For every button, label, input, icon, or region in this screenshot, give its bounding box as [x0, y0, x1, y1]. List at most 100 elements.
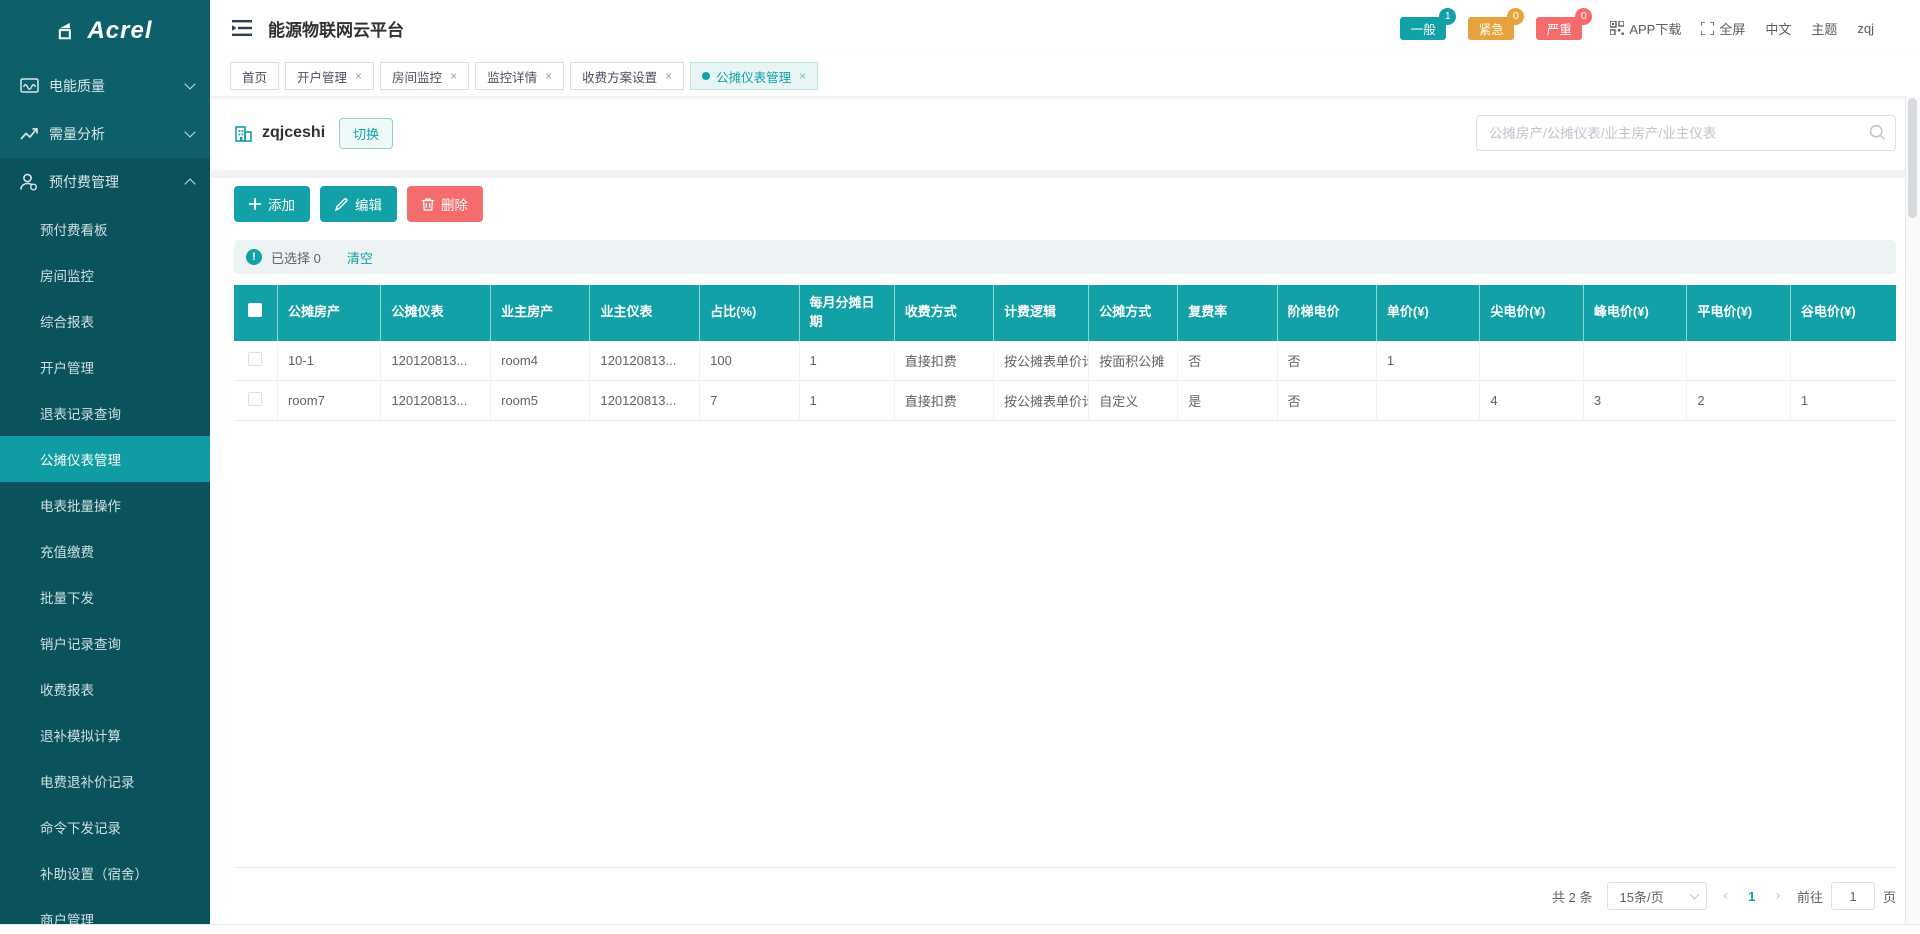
- search-icon[interactable]: [1869, 124, 1886, 141]
- current-page[interactable]: 1: [1744, 889, 1759, 904]
- sidebar-item[interactable]: 商户管理: [0, 896, 210, 924]
- close-icon[interactable]: ×: [799, 69, 806, 83]
- alarm-badge-紧急[interactable]: 紧急0: [1468, 17, 1514, 40]
- shared-meter-table: 公摊房产公摊仪表业主房产业主仪表占比(%)每月分摊日期收费方式计费逻辑公摊方式复…: [234, 285, 1896, 421]
- search-input[interactable]: [1476, 115, 1896, 151]
- brand-logo-icon: [57, 21, 79, 41]
- column-header: 尖电价(¥): [1480, 285, 1583, 341]
- sidebar-item[interactable]: 综合报表: [0, 298, 210, 344]
- tab-首页[interactable]: 首页: [230, 62, 279, 90]
- tab-收费方案设置[interactable]: 收费方案设置 ×: [570, 62, 684, 90]
- horizontal-scrollbar[interactable]: [0, 924, 1920, 934]
- table-row[interactable]: 10-1120120813...room4120120813...1001直接扣…: [234, 341, 1896, 381]
- table-cell: 120120813...: [381, 341, 491, 381]
- table-cell: 120120813...: [381, 381, 491, 421]
- sidebar-item[interactable]: 电费退补价记录: [0, 758, 210, 804]
- sidebar-group: 需量分析: [0, 110, 210, 158]
- tab-公摊仪表管理[interactable]: 公摊仪表管理×: [690, 62, 818, 90]
- sidebar-item[interactable]: 预付费看板: [0, 206, 210, 252]
- sidebar-item[interactable]: 补助设置（宿舍）: [0, 850, 210, 896]
- sidebar-item[interactable]: 公摊仪表管理: [0, 436, 210, 482]
- vertical-scrollbar[interactable]: [1905, 96, 1920, 924]
- language-switcher[interactable]: 中文: [1765, 19, 1791, 38]
- table-cell: 否: [1277, 341, 1376, 381]
- prev-page-button[interactable]: ‹: [1721, 888, 1731, 904]
- close-icon[interactable]: ×: [545, 69, 552, 83]
- tab-label: 收费方案设置: [582, 67, 657, 86]
- main-area: 能源物联网云平台 一般1紧急0严重0 APP下载: [210, 0, 1920, 924]
- table-cell: 自定义: [1089, 381, 1178, 421]
- power-quality-icon: [20, 77, 40, 95]
- sidebar-item[interactable]: 电表批量操作: [0, 482, 210, 528]
- alarm-badge-一般[interactable]: 一般1: [1400, 17, 1446, 40]
- clear-selection-link[interactable]: 清空: [347, 248, 373, 267]
- alarm-badge-严重[interactable]: 严重0: [1536, 17, 1582, 40]
- table-cell: 直接扣费: [894, 341, 993, 381]
- project-name: zqjceshi: [262, 124, 325, 142]
- column-header: 每月分摊日期: [799, 285, 894, 341]
- row-checkbox[interactable]: [248, 392, 262, 406]
- table-cell: 按面积公摊: [1089, 341, 1178, 381]
- add-button-label: 添加: [268, 194, 295, 214]
- topbar-right: 一般1 紧急0 严重0 APP下载: [1400, 17, 1874, 40]
- select-all-checkbox[interactable]: [248, 303, 262, 317]
- add-button[interactable]: 添加: [234, 186, 310, 222]
- page-size-value: 15条/页: [1620, 887, 1664, 906]
- info-icon: !: [246, 249, 262, 265]
- row-checkbox[interactable]: [248, 352, 262, 366]
- sidebar-group-header[interactable]: 电能质量: [0, 62, 210, 110]
- next-page-button[interactable]: ›: [1773, 888, 1783, 904]
- sidebar-group-label: 预付费管理: [49, 172, 186, 192]
- sidebar-item[interactable]: 命令下发记录: [0, 804, 210, 850]
- alarm-badge-count: 0: [1575, 8, 1592, 25]
- brand-logo[interactable]: Acrel: [0, 0, 210, 62]
- tab-label: 监控详情: [487, 67, 537, 86]
- close-icon[interactable]: ×: [450, 69, 457, 83]
- tab-监控详情[interactable]: 监控详情 ×: [475, 62, 564, 90]
- table-cell: 120120813...: [590, 381, 700, 421]
- sidebar-item[interactable]: 退表记录查询: [0, 390, 210, 436]
- sidebar-item[interactable]: 房间监控: [0, 252, 210, 298]
- pagination: 共 2 条 15条/页 ‹ 1 › 前往 页: [234, 868, 1896, 924]
- table-row[interactable]: room7120120813...room5120120813...71直接扣费…: [234, 381, 1896, 421]
- user-menu[interactable]: zqj: [1857, 21, 1874, 36]
- qr-code-icon: [1610, 21, 1624, 35]
- delete-button[interactable]: 删除: [407, 186, 483, 222]
- app-download-button[interactable]: APP下载: [1610, 19, 1681, 38]
- building-icon: [234, 124, 253, 143]
- alarm-badges: 一般1 紧急0 严重0: [1400, 17, 1582, 40]
- tab-房间监控[interactable]: 房间监控×: [380, 62, 469, 90]
- collapse-menu-icon[interactable]: [232, 20, 252, 36]
- brand-name: Acrel: [87, 17, 152, 45]
- pencil-icon: [335, 198, 348, 211]
- edit-button[interactable]: 编辑: [320, 186, 397, 222]
- page-size-select[interactable]: 15条/页: [1607, 882, 1707, 910]
- table-cell: 1: [1376, 341, 1479, 381]
- plus-icon: [249, 198, 261, 210]
- fullscreen-button[interactable]: 全屏: [1701, 19, 1745, 38]
- demand-analysis-icon: [20, 125, 40, 143]
- sidebar-group: 预付费管理预付费看板房间监控综合报表开户管理退表记录查询公摊仪表管理电表批量操作…: [0, 158, 210, 924]
- theme-switcher[interactable]: 主题: [1811, 19, 1837, 38]
- switch-project-button[interactable]: 切换: [339, 118, 393, 149]
- sidebar-item[interactable]: 充值缴费: [0, 528, 210, 574]
- app-window: Acrel 电能质量需量分析预付费管理预付费看板房间监控综合报表开户管理退表记录…: [0, 0, 1920, 924]
- goto-page-input[interactable]: [1831, 882, 1875, 910]
- tab-开户管理[interactable]: 开户管理×: [285, 62, 374, 90]
- sidebar-group-header[interactable]: 需量分析: [0, 110, 210, 158]
- close-icon[interactable]: ×: [355, 69, 362, 83]
- sidebar-group-header[interactable]: 预付费管理: [0, 158, 210, 206]
- close-icon[interactable]: ×: [665, 69, 672, 83]
- sidebar-item[interactable]: 销户记录查询: [0, 620, 210, 666]
- table-cell: 否: [1277, 381, 1376, 421]
- sidebar: Acrel 电能质量需量分析预付费管理预付费看板房间监控综合报表开户管理退表记录…: [0, 0, 210, 924]
- sidebar-item[interactable]: 开户管理: [0, 344, 210, 390]
- table-cell: 3: [1583, 381, 1686, 421]
- scrollbar-thumb[interactable]: [1908, 98, 1917, 218]
- sidebar-item[interactable]: 批量下发: [0, 574, 210, 620]
- open-tabs-bar: 首页开户管理×房间监控×监控详情×收费方案设置×公摊仪表管理×: [210, 56, 1920, 96]
- trash-icon: [422, 198, 434, 211]
- sidebar-item[interactable]: 退补模拟计算: [0, 712, 210, 758]
- sidebar-item[interactable]: 收费报表: [0, 666, 210, 712]
- sidebar-nav: 电能质量需量分析预付费管理预付费看板房间监控综合报表开户管理退表记录查询公摊仪表…: [0, 62, 210, 924]
